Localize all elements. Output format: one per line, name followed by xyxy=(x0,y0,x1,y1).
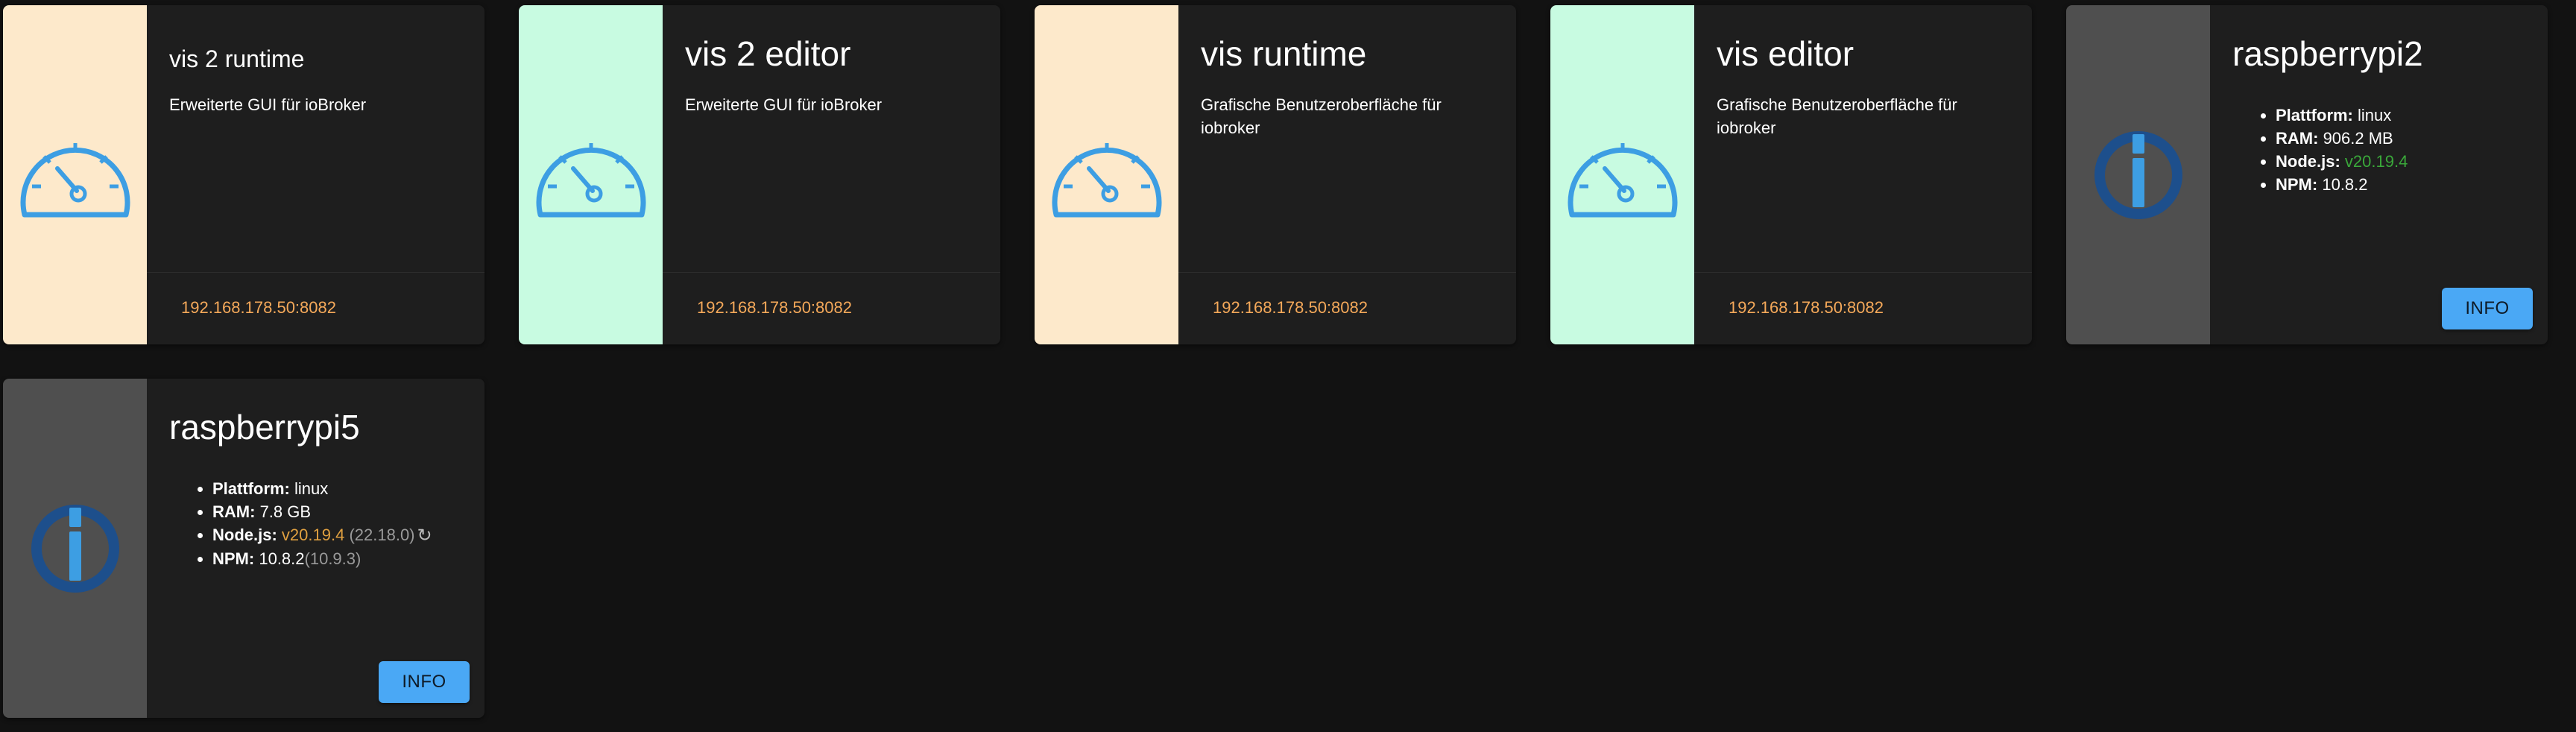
card-description: Grafische Benutzeroberfläche für iobroke… xyxy=(1717,95,1957,137)
info-button[interactable]: INFO xyxy=(379,661,470,703)
platform-label: Plattform: xyxy=(2276,106,2353,124)
host-content: raspberrypi5 Plattform: linux RAM: 7.8 G… xyxy=(147,379,484,718)
card-url-link[interactable]: 192.168.178.50:8082 xyxy=(697,298,852,318)
refresh-icon[interactable]: ↻ xyxy=(417,524,432,547)
info-button[interactable]: INFO xyxy=(2442,288,2533,329)
node-available-version: (22.18.0) xyxy=(349,526,415,544)
ram-label: RAM: xyxy=(212,502,256,521)
host-content: raspberrypi2 Plattform: linux RAM: 906.2… xyxy=(2210,5,2548,344)
platform-label: Plattform: xyxy=(212,479,290,498)
card-content: vis 2 editor Erweiterte GUI für ioBroker… xyxy=(663,5,1000,344)
host-card-raspberrypi2: raspberrypi2 Plattform: linux RAM: 906.2… xyxy=(2066,5,2548,344)
dashboard-grid: vis 2 runtime Erweiterte GUI für ioBroke… xyxy=(0,0,2576,732)
iobroker-logo-icon xyxy=(31,504,119,593)
card-url-link[interactable]: 192.168.178.50:8082 xyxy=(1213,298,1368,318)
node-label: Node.js: xyxy=(2276,152,2340,171)
host-ram: RAM: 906.2 MB xyxy=(2276,127,2408,150)
ram-label: RAM: xyxy=(2276,129,2319,148)
host-info-list: Plattform: linux RAM: 906.2 MB Node.js: … xyxy=(2252,104,2408,196)
host-node: Node.js: v20.19.4 (22.18.0)↻ xyxy=(212,523,432,547)
card-url-link[interactable]: 192.168.178.50:8082 xyxy=(1729,298,1884,318)
card-title: vis 2 runtime xyxy=(169,45,305,72)
host-info-list: Plattform: linux RAM: 7.8 GB Node.js: v2… xyxy=(189,477,432,570)
card-vis2-editor[interactable]: vis 2 editor Erweiterte GUI für ioBroker… xyxy=(519,5,1000,344)
host-icon-area xyxy=(3,379,147,718)
card-icon-area xyxy=(1035,5,1178,344)
card-footer: 192.168.178.50:8082 xyxy=(1694,272,2032,344)
iobroker-logo-icon xyxy=(2094,130,2182,219)
host-card-raspberrypi5: raspberrypi5 Plattform: linux RAM: 7.8 G… xyxy=(3,379,484,718)
npm-version: 10.8.2 xyxy=(2322,175,2368,194)
speedometer-icon xyxy=(536,142,645,217)
npm-label: NPM: xyxy=(212,549,255,568)
speedometer-icon xyxy=(1568,142,1677,217)
card-icon-area xyxy=(1550,5,1694,344)
host-icon-area xyxy=(2066,5,2210,344)
host-node: Node.js: v20.19.4 xyxy=(2276,150,2408,173)
npm-version: 10.8.2 xyxy=(259,549,305,568)
card-vis-editor[interactable]: vis editor Grafische Benutzeroberfläche … xyxy=(1550,5,2032,344)
card-url-link[interactable]: 192.168.178.50:8082 xyxy=(181,298,336,318)
speedometer-icon xyxy=(1052,142,1161,217)
host-ram: RAM: 7.8 GB xyxy=(212,500,432,523)
host-platform: Plattform: linux xyxy=(212,477,432,500)
ram-value: 906.2 MB xyxy=(2323,129,2393,148)
card-title: vis runtime xyxy=(1201,34,1367,73)
card-content: vis runtime Grafische Benutzeroberfläche… xyxy=(1178,5,1516,344)
node-label: Node.js: xyxy=(212,526,277,544)
host-title: raspberrypi2 xyxy=(2232,34,2423,73)
card-footer: 192.168.178.50:8082 xyxy=(147,272,484,344)
card-footer: 192.168.178.50:8082 xyxy=(663,272,1000,344)
card-icon-area xyxy=(519,5,663,344)
card-description: Grafische Benutzeroberfläche für iobroke… xyxy=(1201,95,1442,137)
host-platform: Plattform: linux xyxy=(2276,104,2408,127)
node-version: v20.19.4 xyxy=(281,526,345,544)
npm-available-version: (10.9.3) xyxy=(304,549,362,568)
npm-label: NPM: xyxy=(2276,175,2318,194)
host-title: raspberrypi5 xyxy=(169,408,360,447)
card-content: vis 2 runtime Erweiterte GUI für ioBroke… xyxy=(147,5,484,344)
card-title: vis 2 editor xyxy=(685,34,851,73)
card-content: vis editor Grafische Benutzeroberfläche … xyxy=(1694,5,2032,344)
host-npm: NPM: 10.8.2(10.9.3) xyxy=(212,547,432,570)
card-vis2-runtime[interactable]: vis 2 runtime Erweiterte GUI für ioBroke… xyxy=(3,5,484,344)
speedometer-icon xyxy=(20,142,130,217)
card-vis-runtime[interactable]: vis runtime Grafische Benutzeroberfläche… xyxy=(1035,5,1516,344)
platform-value: linux xyxy=(294,479,329,498)
card-description: Erweiterte GUI für ioBroker xyxy=(685,95,883,114)
card-icon-area xyxy=(3,5,147,344)
card-footer: 192.168.178.50:8082 xyxy=(1178,272,1516,344)
platform-value: linux xyxy=(2358,106,2392,124)
card-description: Erweiterte GUI für ioBroker xyxy=(169,95,367,114)
card-title: vis editor xyxy=(1717,34,1854,73)
ram-value: 7.8 GB xyxy=(259,502,312,521)
node-version: v20.19.4 xyxy=(2344,152,2408,171)
host-npm: NPM: 10.8.2 xyxy=(2276,173,2408,196)
